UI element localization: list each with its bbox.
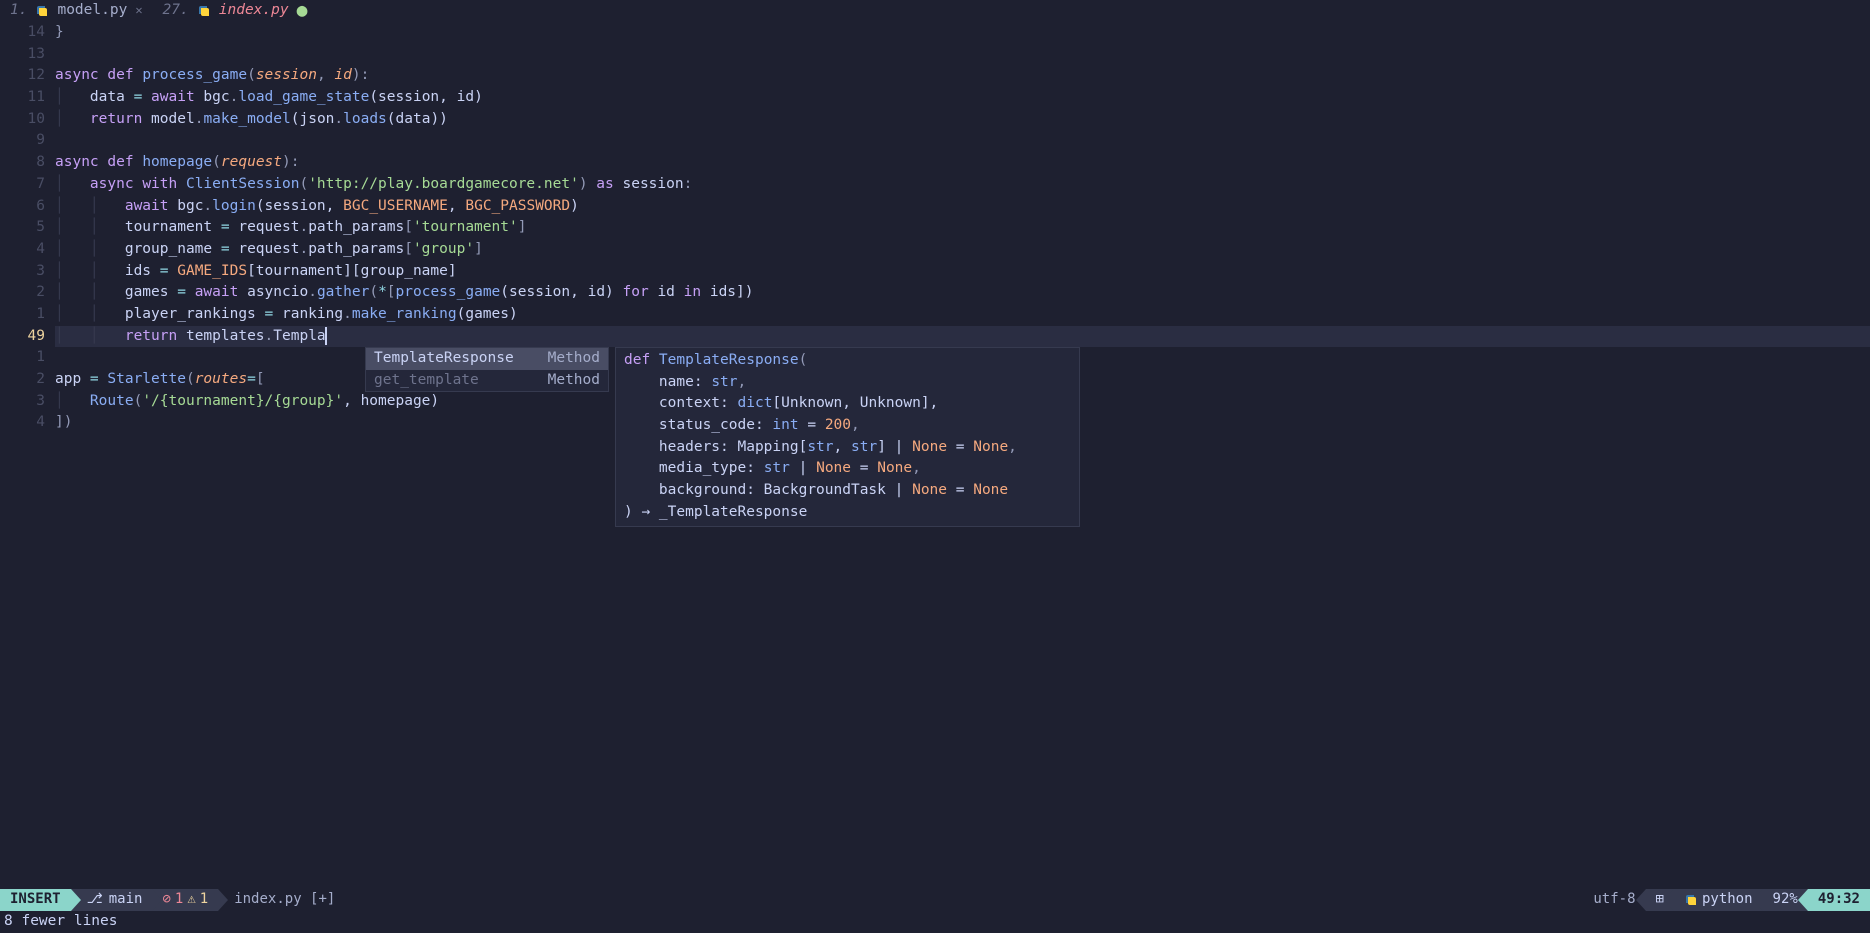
tab-filename: model.py <box>57 0 127 22</box>
tab-number: 27. <box>163 0 189 22</box>
signature-help-popup: def TemplateResponse( name: str, context… <box>615 347 1080 527</box>
message: 8 fewer lines <box>4 911 118 933</box>
branch-icon: ⎇ <box>87 889 103 911</box>
cursor-position: 49:32 <box>1808 889 1870 911</box>
tab-bar: 1. model.py ✕ 27. index.py ● <box>0 0 1870 22</box>
completion-popup[interactable]: TemplateResponse Method get_template Met… <box>365 347 609 392</box>
completion-item[interactable]: TemplateResponse Method <box>366 348 608 370</box>
warning-icon: ⚠ <box>187 889 195 911</box>
git-branch[interactable]: ⎇ main <box>71 889 153 911</box>
command-line[interactable]: 8 fewer lines <box>0 911 1870 933</box>
python-icon <box>197 4 211 18</box>
line-number-gutter: 14 13 12 11 10 9 8 7 6 5 4 3 2 1 49 1 2 … <box>0 22 55 889</box>
text-cursor <box>325 327 327 345</box>
python-icon <box>35 4 49 18</box>
windows-icon: ⊞ <box>1656 889 1664 911</box>
tab-index-py[interactable]: 27. index.py ● <box>153 0 318 22</box>
code-area[interactable]: } async def process_game(session, id): │… <box>55 22 1870 889</box>
editor[interactable]: 14 13 12 11 10 9 8 7 6 5 4 3 2 1 49 1 2 … <box>0 22 1870 889</box>
close-icon[interactable]: ✕ <box>135 0 142 22</box>
error-icon: ⊘ <box>162 889 170 911</box>
status-line: INSERT ⎇ main ⊘1 ⚠1 index.py [+] utf-8 ⊞… <box>0 889 1870 911</box>
tab-number: 1. <box>10 0 27 22</box>
python-icon <box>1684 893 1698 907</box>
completion-item[interactable]: get_template Method <box>366 370 608 392</box>
filetype-indicator: python <box>1674 889 1763 911</box>
tab-filename: index.py <box>219 0 289 22</box>
filename-indicator: index.py [+] <box>218 889 345 911</box>
tab-model-py[interactable]: 1. model.py ✕ <box>0 0 153 22</box>
mode-indicator: INSERT <box>0 889 71 911</box>
current-line[interactable]: │ │ return templates.Templa <box>55 326 1870 348</box>
